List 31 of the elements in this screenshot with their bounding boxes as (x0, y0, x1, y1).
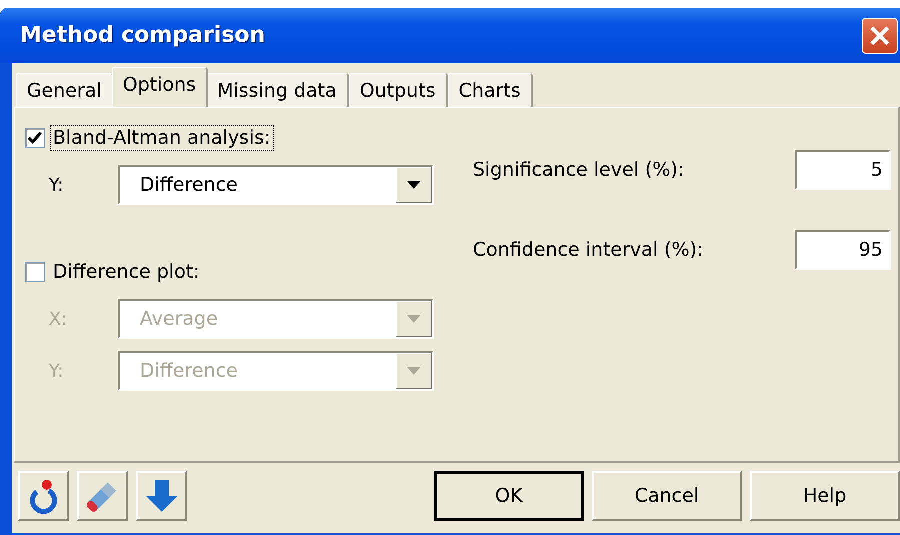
dialog-button[interactable]: OK (434, 471, 584, 521)
dialog-button[interactable]: Help (750, 471, 900, 521)
toolbar-button[interactable] (77, 471, 128, 521)
dropdown-arrow-icon (407, 181, 421, 189)
check-icon (28, 132, 42, 144)
select-label: Y: (48, 360, 65, 382)
checkbox[interactable] (25, 128, 45, 148)
close-button[interactable] (862, 18, 898, 54)
tab[interactable]: Charts (448, 73, 533, 107)
tab[interactable]: Outputs (348, 73, 448, 107)
select-label: X: (48, 308, 68, 330)
input-field[interactable]: 5 (795, 150, 891, 190)
checkbox-label[interactable]: Bland-Altman analysis: (51, 126, 273, 150)
dialog-button[interactable]: Cancel (592, 471, 742, 521)
toolbar-button[interactable] (136, 471, 187, 521)
checkbox-label[interactable]: Difference plot: (51, 260, 202, 284)
toolbar-button[interactable] (18, 471, 69, 521)
down-arrow-icon (144, 478, 178, 514)
dropdown-arrow-icon (407, 315, 421, 323)
tab[interactable]: Options (112, 67, 208, 107)
dropdown-arrow-icon (407, 367, 421, 375)
dropdown[interactable]: Difference (118, 165, 434, 205)
window-title: Method comparison (20, 23, 266, 48)
tab[interactable]: Missing data (206, 73, 349, 107)
field-label: Confidence interval (%): (473, 239, 704, 261)
tab[interactable]: General (16, 73, 114, 107)
input-field[interactable]: 95 (795, 230, 891, 270)
checkbox[interactable] (25, 262, 45, 282)
select-label: Y: (48, 174, 65, 196)
close-icon (869, 24, 891, 46)
field-label: Significance level (%): (473, 159, 684, 181)
